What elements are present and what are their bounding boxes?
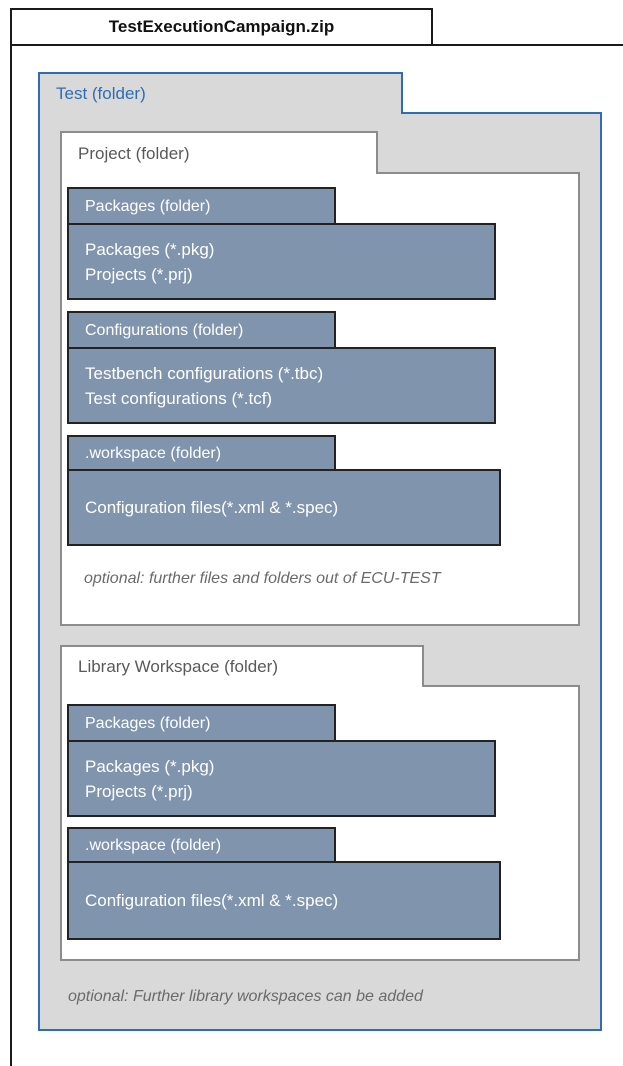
library-workspace-folder-label: Library Workspace (folder): [78, 657, 278, 676]
project-packages-line-pkg: Packages (*.pkg): [85, 239, 215, 259]
zip-archive-border-top: [433, 44, 623, 46]
configurations-folder-body: Testbench configurations (*.tbc) Test co…: [67, 347, 496, 424]
test-folder-label: Test (folder): [56, 84, 146, 103]
library-workspace-subfolder-label: .workspace (folder): [85, 837, 222, 854]
library-workspace-subfolder-body: Configuration files(*.xml & *.spec): [67, 861, 501, 940]
project-workspace-folder-body: Configuration files(*.xml & *.spec): [67, 469, 501, 546]
library-packages-folder-tab: Packages (folder): [67, 704, 336, 742]
project-packages-folder-body: Packages (*.pkg) Projects (*.prj): [67, 223, 496, 300]
configurations-line-tbc: Testbench configurations (*.tbc): [85, 363, 324, 383]
project-packages-folder-tab: Packages (folder): [67, 187, 336, 225]
project-workspace-folder-tab: .workspace (folder): [67, 435, 336, 471]
library-packages-line-prj: Projects (*.prj): [85, 781, 193, 801]
library-workspace-folder-tab: Library Workspace (folder): [60, 645, 424, 687]
configurations-line-tcf: Test configurations (*.tcf): [85, 388, 273, 408]
configurations-folder-label: Configurations (folder): [85, 322, 244, 339]
test-folder-tab: Test (folder): [38, 72, 403, 114]
zip-archive-tab: TestExecutionCampaign.zip: [10, 8, 433, 46]
project-folder-label: Project (folder): [78, 143, 190, 163]
project-packages-line-prj: Projects (*.prj): [85, 264, 193, 284]
project-folder-tab: Project (folder): [60, 131, 378, 174]
zip-archive-title: TestExecutionCampaign.zip: [108, 17, 335, 36]
configurations-folder-tab: Configurations (folder): [67, 311, 336, 349]
library-packages-folder-label: Packages (folder): [85, 715, 211, 732]
library-optional-note: optional: Further library workspaces can…: [68, 988, 423, 1005]
project-packages-folder-label: Packages (folder): [85, 198, 211, 215]
project-workspace-line-config: Configuration files(*.xml & *.spec): [85, 498, 339, 517]
library-workspace-subfolder-tab: .workspace (folder): [67, 827, 336, 863]
library-packages-folder-body: Packages (*.pkg) Projects (*.prj): [67, 740, 496, 817]
project-optional-note: optional: further files and folders out …: [84, 570, 441, 587]
library-packages-line-pkg: Packages (*.pkg): [85, 756, 215, 776]
zip-archive-border-left: [10, 44, 12, 1066]
library-workspace-line-config: Configuration files(*.xml & *.spec): [85, 891, 339, 910]
project-workspace-folder-label: .workspace (folder): [85, 445, 222, 462]
